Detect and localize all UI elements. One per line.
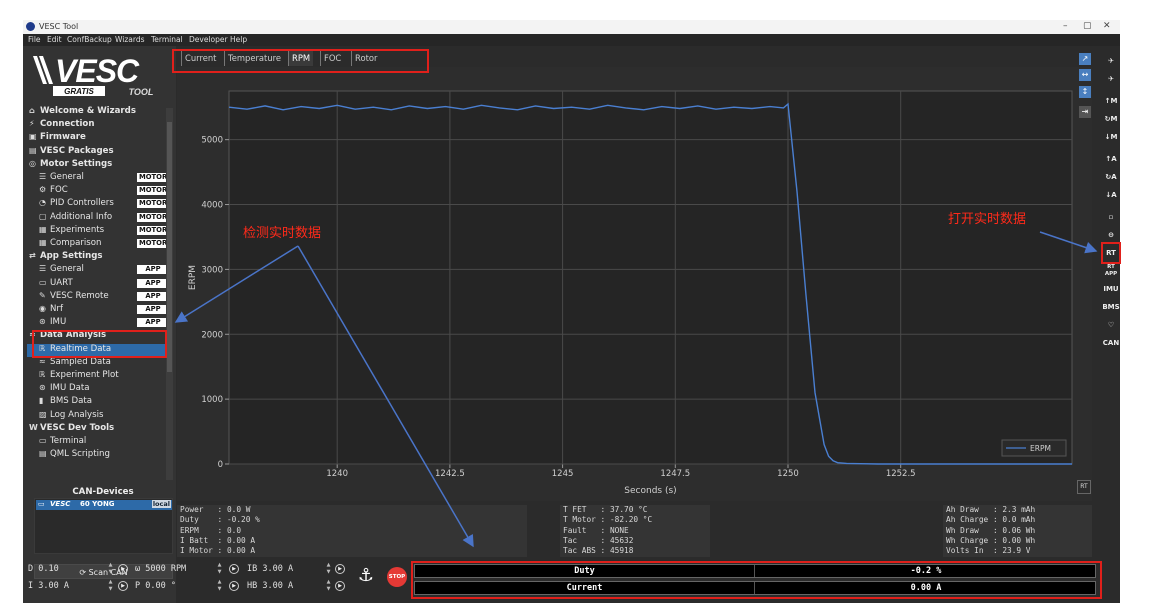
arrow-to-realtime — [174, 245, 299, 323]
annotation-arrows — [174, 231, 1098, 548]
arrow-to-bars — [297, 245, 474, 548]
arrow-to-rt-tool — [1039, 231, 1098, 254]
